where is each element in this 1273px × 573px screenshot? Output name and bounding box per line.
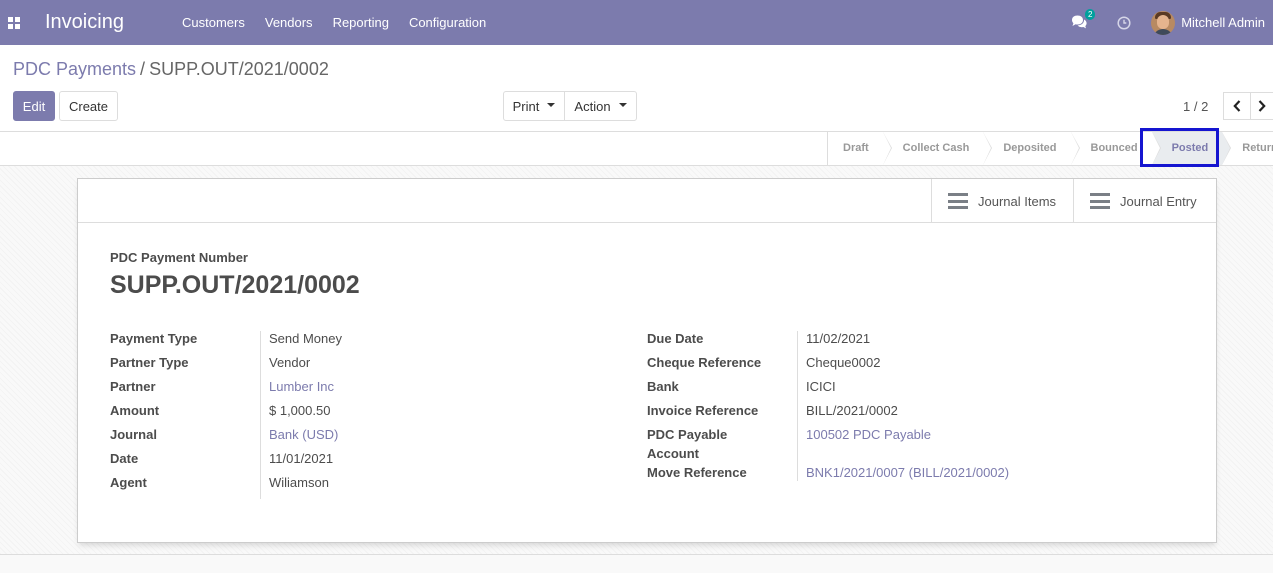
breadcrumb: PDC Payments / SUPP.OUT/2021/0002: [13, 59, 329, 80]
list-icon: [948, 193, 968, 209]
navbar-systray: 2 Mitchell Admin: [1071, 0, 1265, 45]
field-value: Wiliamson: [269, 475, 329, 490]
journal-items-button[interactable]: Journal Items: [931, 179, 1074, 223]
status-stages: Draft Collect Cash Deposited Bounced Pos…: [827, 132, 1273, 165]
print-dropdown[interactable]: Print: [503, 91, 565, 121]
stage-deposited[interactable]: Deposited: [983, 132, 1080, 165]
journal-link[interactable]: Bank (USD): [269, 427, 338, 442]
apps-menu-icon[interactable]: [0, 0, 28, 45]
stage-draft[interactable]: Draft: [828, 132, 892, 165]
breadcrumb-separator: /: [140, 59, 146, 79]
create-button[interactable]: Create: [59, 91, 118, 121]
field-label: Amount: [110, 403, 160, 418]
menu-item-configuration[interactable]: Configuration: [399, 15, 496, 30]
field-value: 11/01/2021: [269, 451, 334, 466]
journal-items-label: Journal Items: [978, 193, 1057, 209]
field-label: Date: [110, 451, 139, 466]
field-value: ICICI: [806, 379, 836, 394]
field-label: Partner: [110, 379, 156, 394]
move-reference-link[interactable]: BNK1/2021/0007 (BILL/2021/0002): [806, 465, 1009, 480]
chevron-right-icon: [1258, 100, 1266, 112]
menu-item-customers[interactable]: Customers: [172, 15, 255, 30]
menu-item-reporting[interactable]: Reporting: [323, 15, 399, 30]
smart-button-box: Journal Items Journal Entry: [78, 179, 1216, 223]
field-value: Vendor: [269, 355, 311, 370]
field-label: Cheque Reference: [647, 355, 762, 370]
journal-entry-label: Journal Entry: [1120, 193, 1197, 209]
field-label: Invoice Reference: [647, 403, 759, 418]
list-icon: [1090, 193, 1110, 209]
stage-posted[interactable]: Posted: [1151, 132, 1231, 165]
field-value: $ 1,000.50: [269, 403, 331, 418]
field-value: BILL/2021/0002: [806, 403, 898, 418]
action-dropdown[interactable]: Action: [564, 91, 637, 121]
caret-down-icon: [547, 103, 556, 107]
status-bar: Draft Collect Cash Deposited Bounced Pos…: [0, 131, 1273, 166]
chat-icon[interactable]: 2: [1071, 8, 1096, 31]
field-label: Bank: [647, 379, 679, 394]
clock-icon[interactable]: [1117, 15, 1131, 30]
field-value: Cheque0002: [806, 355, 881, 370]
user-avatar[interactable]: [1151, 10, 1176, 35]
pager-value[interactable]: 1 / 2: [1183, 99, 1208, 114]
partner-link[interactable]: Lumber Inc: [269, 379, 334, 394]
action-label: Action: [574, 98, 611, 114]
chevron-left-icon: [1233, 100, 1241, 112]
field-label-line2: Account: [647, 446, 699, 461]
edit-button[interactable]: Edit: [13, 91, 55, 121]
pager-previous-button[interactable]: [1223, 92, 1251, 120]
record-title: SUPP.OUT/2021/0002: [110, 271, 360, 299]
app-title[interactable]: Invoicing: [45, 11, 172, 34]
stage-collect-cash[interactable]: Collect Cash: [883, 132, 992, 165]
field-label: Partner Type: [110, 355, 189, 370]
field-label: PDC Payable: [647, 427, 728, 442]
main-menu: Customers Vendors Reporting Configuratio…: [172, 15, 496, 30]
field-label: Move Reference: [647, 465, 747, 480]
payment-number-label: PDC Payment Number: [110, 250, 248, 265]
menu-item-vendors[interactable]: Vendors: [255, 15, 323, 30]
chat-badge: 2: [1085, 8, 1096, 20]
field-value: 11/02/2021: [806, 331, 871, 346]
breadcrumb-current: SUPP.OUT/2021/0002: [149, 59, 329, 79]
field-value: Send Money: [269, 331, 342, 346]
field-label: Journal: [110, 427, 157, 442]
bottom-background: [0, 555, 1273, 573]
user-name[interactable]: Mitchell Admin: [1181, 15, 1265, 30]
field-label: Payment Type: [110, 331, 198, 346]
field-label: Due Date: [647, 331, 704, 346]
form-sheet: Journal Items Journal Entry PDC Payment …: [77, 178, 1217, 543]
top-navbar: Invoicing Customers Vendors Reporting Co…: [0, 0, 1273, 45]
pager-next-button[interactable]: [1250, 92, 1273, 120]
breadcrumb-parent[interactable]: PDC Payments: [13, 59, 136, 79]
pdc-payable-link[interactable]: 100502 PDC Payable: [806, 427, 931, 442]
print-label: Print: [512, 98, 540, 114]
caret-down-icon: [618, 103, 627, 107]
journal-entry-button[interactable]: Journal Entry: [1073, 179, 1216, 223]
field-label: Agent: [110, 475, 147, 490]
stage-bounced[interactable]: Bounced: [1071, 132, 1161, 165]
